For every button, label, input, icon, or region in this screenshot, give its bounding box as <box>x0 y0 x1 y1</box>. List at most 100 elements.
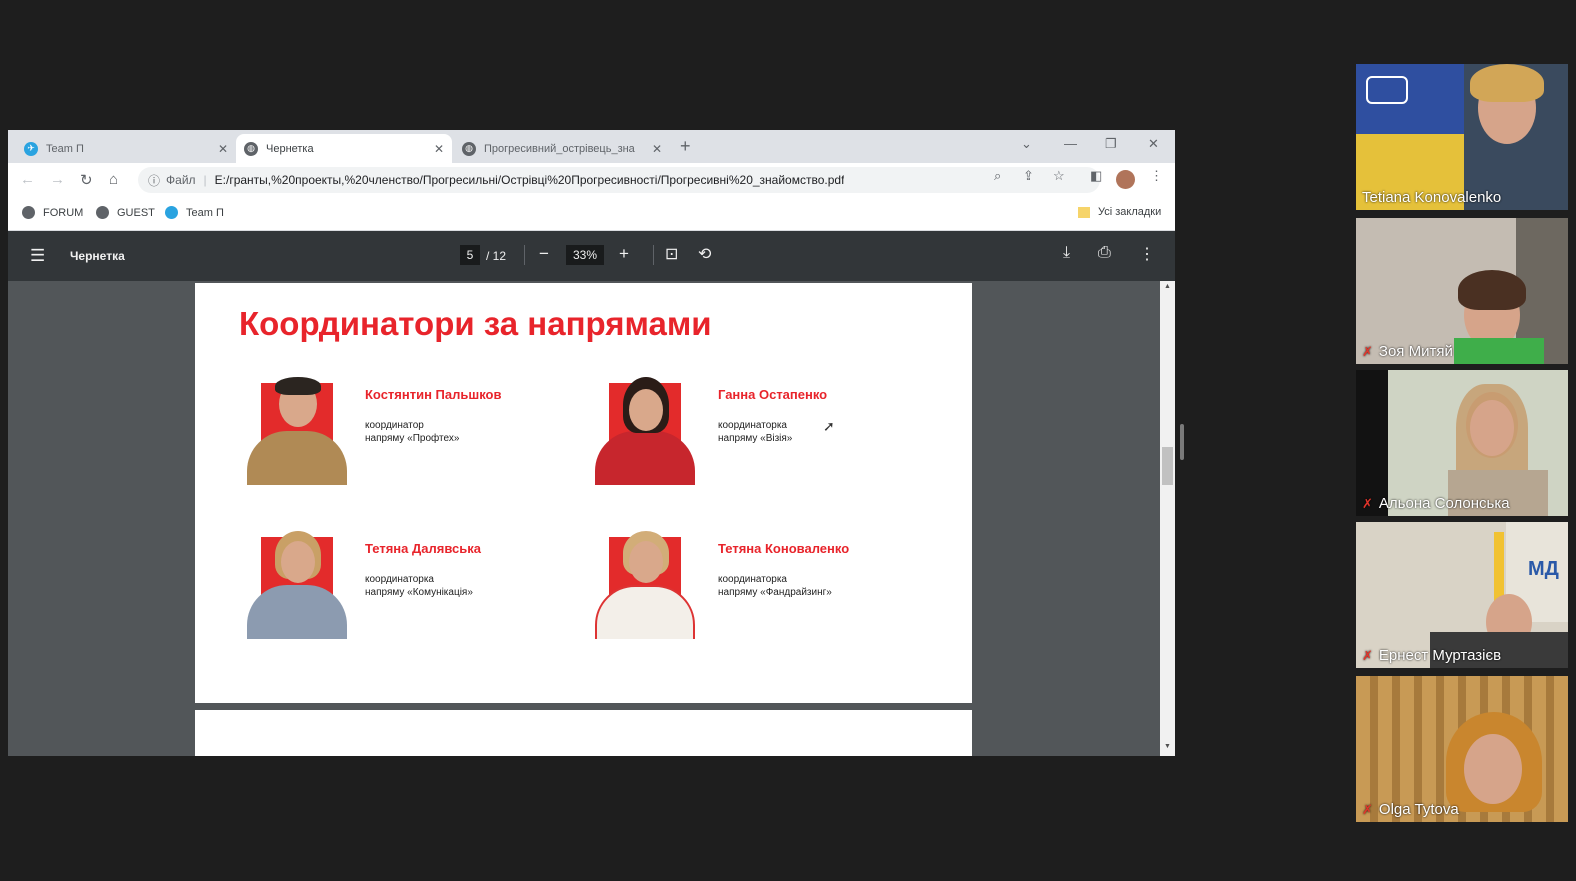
tab-label: Прогресивний_острівець_зна <box>484 142 635 155</box>
menu-icon[interactable]: ⋮ <box>1150 168 1163 184</box>
zoom-icon[interactable]: ⌕ <box>994 168 1001 184</box>
menu-icon[interactable]: ☰ <box>30 246 45 266</box>
address-bar[interactable]: ⓘ Файл | E:/гранты,%20проекты,%20членств… <box>138 167 1100 193</box>
splitter-handle[interactable] <box>1180 424 1184 460</box>
page-number-input[interactable]: 5 <box>460 245 480 265</box>
tab-search-icon[interactable]: ⌄ <box>1021 136 1032 152</box>
pdf-viewport[interactable]: Координатори за напрямами Костянтин Паль… <box>8 281 1175 756</box>
coordinator-name: Костянтин Пальшков <box>365 387 502 402</box>
fit-page-icon[interactable]: ⊡ <box>665 244 678 264</box>
star-icon[interactable]: ☆ <box>1053 168 1065 184</box>
zoom-out-button[interactable]: − <box>539 244 549 264</box>
logo <box>1366 76 1408 104</box>
info-icon[interactable]: ⓘ <box>148 172 160 189</box>
coordinator-role: координатор <box>365 420 424 431</box>
bookmark-team[interactable]: Team П <box>165 206 224 219</box>
coordinator-name: Тетяна Коноваленко <box>718 541 850 556</box>
bookmark-guest[interactable]: GUEST <box>96 206 155 219</box>
all-bookmarks-label: Усі закладки <box>1098 206 1162 218</box>
coordinator-name: Тетяна Далявська <box>365 541 481 556</box>
minimize-button[interactable]: — <box>1064 136 1077 151</box>
close-window-button[interactable]: ✕ <box>1148 136 1159 152</box>
scrollbar-thumb[interactable] <box>1162 447 1173 485</box>
participant-tile[interactable]: ✗ Зоя Митяй <box>1356 218 1568 364</box>
telegram-icon: ✈ <box>24 141 38 156</box>
folder-icon <box>1078 206 1090 218</box>
tab-team[interactable]: ✈ Team П ✕ <box>16 134 236 163</box>
coordinator-photo <box>591 377 699 485</box>
close-icon[interactable]: ✕ <box>434 142 444 156</box>
pdf-page: Координатори за напрямами Костянтин Паль… <box>195 283 972 703</box>
scrollbar[interactable]: ▲ ▼ <box>1160 281 1175 756</box>
coordinator-photo <box>591 531 699 639</box>
page-heading: Координатори за напрямами <box>239 305 712 342</box>
bookmarks-bar: FORUM GUEST Team П Усі закладки <box>8 197 1175 231</box>
divider <box>524 245 525 265</box>
reload-button[interactable]: ↻ <box>80 171 93 189</box>
pdf-title: Чернетка <box>70 249 125 263</box>
tab-label: Team П <box>46 142 84 155</box>
participant-tile[interactable]: Tetiana Konovalenko <box>1356 64 1568 210</box>
globe-icon: ◍ <box>462 141 476 156</box>
cursor-icon: ➚ <box>823 418 835 434</box>
home-button[interactable]: ⌂ <box>109 171 118 188</box>
participant-name: ✗ Зоя Митяй <box>1362 343 1453 360</box>
coordinator-direction: напряму «Комунікація» <box>365 587 473 598</box>
scroll-up-icon[interactable]: ▲ <box>1164 283 1171 290</box>
pdf-page-next <box>195 710 972 756</box>
mic-muted-icon: ✗ <box>1362 343 1373 359</box>
bookmark-forum[interactable]: FORUM <box>22 206 83 219</box>
print-icon[interactable]: ⎙ <box>1098 244 1111 262</box>
page-total: / 12 <box>486 249 507 263</box>
globe-icon: ◍ <box>244 141 258 156</box>
bookmark-label: GUEST <box>117 206 155 219</box>
coordinator-role: координаторка <box>365 574 434 585</box>
back-button[interactable]: ← <box>20 171 35 188</box>
participant-tile[interactable]: ✗ Альона Солонська <box>1356 370 1568 516</box>
globe-icon <box>96 206 109 219</box>
mic-muted-icon: ✗ <box>1362 647 1373 663</box>
more-icon[interactable]: ⋮ <box>1139 244 1155 264</box>
tab-chernetka[interactable]: ◍ Чернетка ✕ <box>236 134 452 163</box>
coordinator-photo <box>243 531 351 639</box>
new-tab-button[interactable]: + <box>680 136 691 157</box>
bookmark-label: FORUM <box>43 206 84 219</box>
tab-label: Чернетка <box>266 142 314 155</box>
participant-tile[interactable]: ✗ Olga Tytova <box>1356 676 1568 822</box>
all-bookmarks[interactable]: Усі закладки <box>1078 206 1161 218</box>
side-panel-icon[interactable]: ◧ <box>1090 168 1102 184</box>
forward-button[interactable]: → <box>50 171 65 188</box>
wall-logo: МД <box>1528 558 1559 580</box>
tab-strip: ✈ Team П ✕ ◍ Чернетка ✕ ◍ Прогресивний_о… <box>8 130 1175 163</box>
rotate-icon[interactable]: ⟲ <box>698 244 711 264</box>
coordinator-direction: напряму «Візія» <box>718 433 793 444</box>
close-icon[interactable]: ✕ <box>218 142 228 156</box>
restore-button[interactable]: ❐ <box>1105 136 1117 152</box>
mic-muted-icon: ✗ <box>1362 801 1373 817</box>
coordinator-role: координаторка <box>718 574 787 585</box>
bookmark-label: Team П <box>186 206 224 219</box>
divider <box>653 245 654 265</box>
mic-muted-icon: ✗ <box>1362 495 1373 511</box>
tab-progressive[interactable]: ◍ Прогресивний_острівець_зна ✕ <box>454 134 670 163</box>
participant-tile[interactable]: МД ✗ Ернест Муртазієв <box>1356 522 1568 668</box>
share-icon[interactable]: ⇪ <box>1023 168 1034 184</box>
coordinator-photo <box>243 377 351 485</box>
participant-name: ✗ Альона Солонська <box>1362 495 1510 512</box>
url-text: E:/гранты,%20проекты,%20членство/Прогрес… <box>214 173 845 187</box>
participant-name: ✗ Ернест Муртазієв <box>1362 647 1502 664</box>
scroll-down-icon[interactable]: ▼ <box>1164 743 1171 750</box>
close-icon[interactable]: ✕ <box>652 142 662 156</box>
browser-window: ✈ Team П ✕ ◍ Чернетка ✕ ◍ Прогресивний_о… <box>8 130 1175 756</box>
download-icon[interactable]: ⤓ <box>1063 244 1070 262</box>
coordinator-direction: напряму «Профтех» <box>365 433 460 444</box>
coordinator-role: координаторка <box>718 420 787 431</box>
coordinator-name: Ганна Остапенко <box>718 387 828 402</box>
avatar[interactable] <box>1116 170 1135 189</box>
zoom-input[interactable]: 33% <box>566 245 604 265</box>
zoom-in-button[interactable]: + <box>619 244 629 264</box>
pdf-toolbar: ☰ Чернетка 5 / 12 − 33% + ⊡ ⟲ ⤓ ⎙ ⋮ <box>8 231 1175 281</box>
coordinator-direction: напряму «Фандрайзинг» <box>718 587 832 598</box>
telegram-icon <box>165 206 178 219</box>
divider: | <box>203 173 207 187</box>
